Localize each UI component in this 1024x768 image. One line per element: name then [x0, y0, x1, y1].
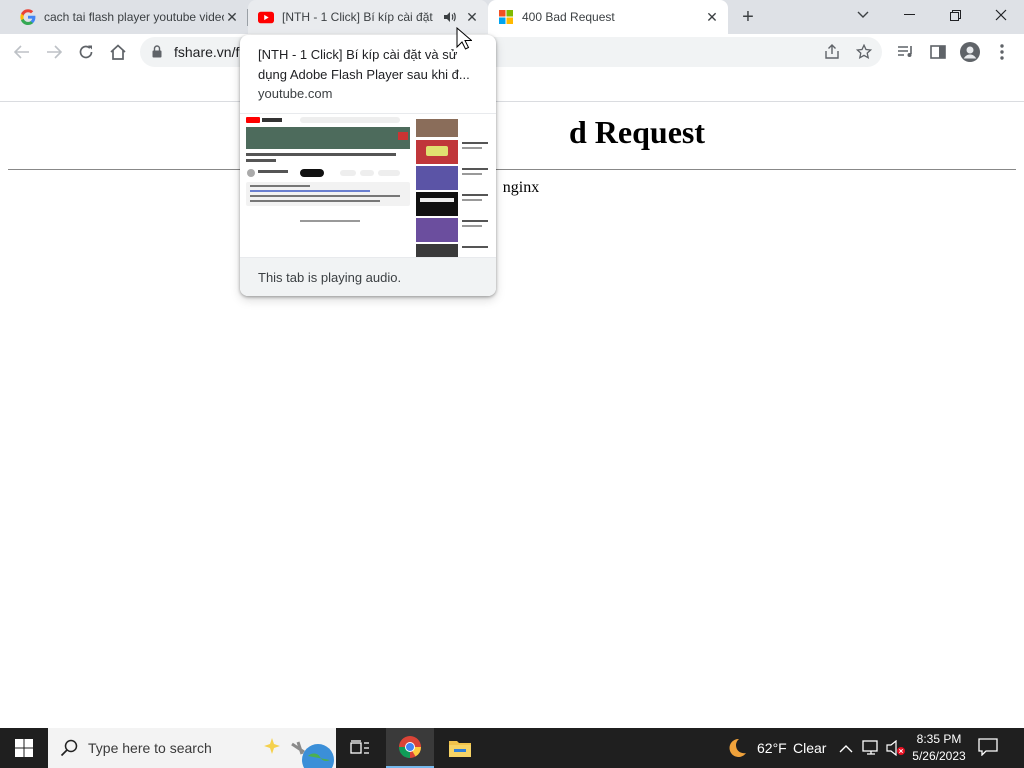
tab-close-icon[interactable]: ✕	[464, 9, 480, 25]
tab-title: cach tai flash player youtube video	[44, 10, 224, 24]
side-panel-icon[interactable]	[924, 38, 952, 66]
task-view-icon[interactable]	[336, 728, 384, 768]
moon-weather-icon[interactable]	[724, 737, 748, 764]
start-button[interactable]	[0, 728, 48, 768]
hover-card-footer: This tab is playing audio.	[240, 258, 496, 296]
minimize-button[interactable]	[886, 0, 932, 30]
back-arrow-icon[interactable]	[8, 38, 36, 66]
clock-time: 8:35 PM	[916, 732, 962, 746]
clock-date: 5/26/2023	[912, 749, 966, 763]
hover-card-domain: youtube.com	[258, 86, 333, 101]
notification-center-icon[interactable]	[978, 738, 998, 761]
show-hidden-icons-chevron-icon[interactable]	[839, 741, 853, 759]
audio-status-text: This tab is playing audio.	[258, 270, 402, 285]
search-highlight-image-icon	[262, 730, 334, 768]
search-icon	[60, 739, 78, 762]
windows-start-icon	[15, 739, 33, 757]
tab-hover-card: [NTH - 1 Click] Bí kíp cài đặt và sử dụn…	[240, 35, 496, 296]
tab-youtube[interactable]: [NTH - 1 Click] Bí kíp cài đặt ✕	[248, 0, 488, 34]
weather-temperature[interactable]: 62°F	[757, 740, 787, 756]
page-divider	[8, 169, 1016, 170]
weather-condition[interactable]: Clear	[793, 740, 826, 756]
speaker-icon[interactable]	[442, 11, 458, 23]
bookmark-star-icon[interactable]	[855, 43, 873, 65]
tab-close-icon[interactable]: ✕	[704, 9, 720, 25]
lock-icon[interactable]	[152, 45, 162, 63]
youtube-icon	[258, 9, 274, 25]
windows-logo-icon	[498, 9, 514, 25]
reload-icon[interactable]	[72, 38, 100, 66]
more-menu-icon[interactable]	[988, 38, 1016, 66]
tab-strip: cach tai flash player youtube video ✕ [N…	[0, 0, 1024, 34]
windows-taskbar: Type here to search 62°F Clear 8:35 PM 5…	[0, 728, 1024, 768]
tab-title: [NTH - 1 Click] Bí kíp cài đặt	[282, 10, 433, 24]
hover-card-title: [NTH - 1 Click] Bí kíp cài đặt và sử dụn…	[258, 47, 470, 82]
address-text[interactable]: fshare.vn/f	[174, 44, 239, 60]
file-explorer-icon[interactable]	[436, 728, 484, 768]
volume-muted-icon[interactable]	[886, 739, 906, 761]
screen: cach tai flash player youtube video ✕ [N…	[0, 0, 1024, 768]
close-window-button[interactable]	[978, 0, 1024, 30]
page-content: d Request nginx	[0, 102, 1024, 728]
page-heading: d Request	[568, 114, 705, 150]
network-icon[interactable]	[862, 740, 880, 761]
forward-arrow-icon[interactable]	[40, 38, 68, 66]
home-icon[interactable]	[104, 38, 132, 66]
tab-bad-request[interactable]: 400 Bad Request ✕	[488, 0, 728, 34]
share-icon[interactable]	[824, 44, 840, 65]
tab-title: 400 Bad Request	[522, 10, 615, 24]
taskbar-search-box[interactable]: Type here to search	[48, 728, 336, 768]
google-g-icon	[20, 9, 36, 25]
chrome-taskbar-icon[interactable]	[386, 728, 434, 768]
restore-button[interactable]	[932, 0, 978, 30]
tab-google-search[interactable]: cach tai flash player youtube video ✕	[0, 0, 248, 34]
tab-search-chevron-icon[interactable]	[840, 0, 886, 30]
media-control-icon[interactable]	[892, 38, 920, 66]
new-tab-button[interactable]: +	[736, 5, 760, 29]
tab-preview-thumbnail	[240, 113, 496, 258]
profile-avatar-icon[interactable]	[956, 38, 984, 66]
system-clock[interactable]: 8:35 PM 5/26/2023	[906, 731, 972, 765]
tab-close-icon[interactable]: ✕	[224, 9, 240, 25]
server-name: nginx	[502, 179, 540, 196]
browser-toolbar: fshare.vn/f	[0, 34, 1024, 70]
search-placeholder: Type here to search	[88, 740, 212, 756]
mouse-cursor-icon	[456, 26, 473, 56]
